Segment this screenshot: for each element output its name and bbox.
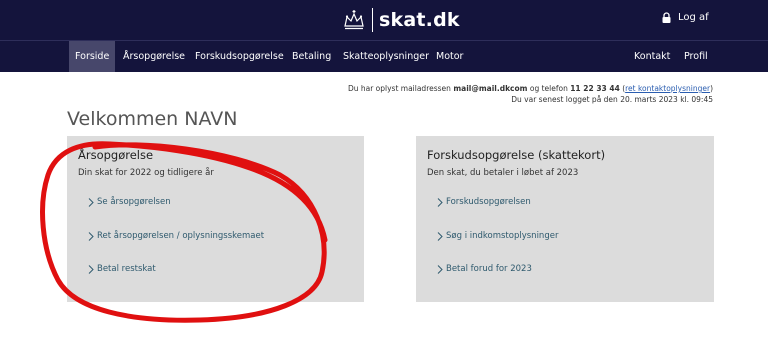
link-betal-restskat[interactable]: Betal restskat	[88, 264, 156, 274]
chevron-right-icon	[88, 197, 94, 207]
chevron-right-icon	[88, 264, 94, 274]
card-forskudsopgoerelse: Forskudsopgørelse (skattekort) Den skat,…	[416, 136, 714, 302]
card-title: Forskudsopgørelse (skattekort)	[427, 148, 606, 162]
contact-info: Du har oplyst mailadressen mail@mail.dkc…	[193, 83, 713, 105]
main-nav: Forside Årsopgørelse Forskudsopgørelse B…	[0, 40, 768, 72]
nav-item-forskudsopgoerelse[interactable]: Forskudsopgørelse	[195, 41, 284, 72]
last-login-line: Du var senest logget på den 20. marts 20…	[511, 95, 713, 104]
link-label: Forskudsopgørelsen	[446, 197, 531, 207]
card-aarsopgoerelse: Årsopgørelse Din skat for 2022 og tidlig…	[67, 136, 364, 302]
site-logo[interactable]: skat.dk	[342, 6, 460, 34]
crown-icon	[344, 10, 364, 30]
logo-text: skat.dk	[379, 9, 460, 31]
page-title: Velkommen NAVN	[67, 108, 238, 130]
chevron-right-icon	[437, 264, 443, 274]
nav-item-skatteoplysninger[interactable]: Skatteoplysninger	[343, 41, 429, 72]
info-phone: 11 22 33 44	[570, 84, 620, 93]
link-forskudsopgoerelsen[interactable]: Forskudsopgørelsen	[437, 197, 531, 207]
logout-label: Log af	[678, 12, 709, 23]
link-label: Søg i indkomstoplysninger	[446, 231, 559, 241]
nav-item-forside[interactable]: Forside	[69, 41, 116, 72]
chevron-right-icon	[437, 197, 443, 207]
info-text: Du har oplyst mailadressen	[347, 84, 451, 93]
link-betal-forud[interactable]: Betal forud for 2023	[437, 264, 532, 274]
link-label: Ret årsopgørelsen / oplysningsskemaet	[97, 231, 265, 241]
nav-item-aarsopgoerelse[interactable]: Årsopgørelse	[123, 41, 185, 72]
chevron-right-icon	[88, 231, 94, 241]
link-label: Se årsopgørelsen	[97, 197, 171, 207]
link-soeg-indkomstoplysninger[interactable]: Søg i indkomstoplysninger	[437, 231, 558, 241]
link-se-aarsopgoerelsen[interactable]: Se årsopgørelsen	[88, 197, 171, 207]
nav-item-profil[interactable]: Profil	[684, 41, 708, 72]
link-ret-aarsopgoerelsen[interactable]: Ret årsopgørelsen / oplysningsskemaet	[88, 231, 264, 241]
lock-icon	[662, 12, 671, 23]
nav-item-kontakt[interactable]: Kontakt	[634, 41, 670, 72]
card-subtitle: Din skat for 2022 og tidligere år	[78, 168, 214, 178]
chevron-right-icon	[437, 231, 443, 241]
edit-contact-link[interactable]: ret kontaktoplysninger	[625, 84, 710, 93]
logo-divider	[372, 8, 373, 32]
card-title: Årsopgørelse	[78, 148, 154, 162]
card-subtitle: Den skat, du betaler i løbet af 2023	[427, 168, 579, 178]
top-header: skat.dk Log af	[0, 0, 768, 40]
contact-info-line: Du har oplyst mailadressen mail@mail.dkc…	[347, 84, 713, 93]
info-text: og telefon	[529, 84, 568, 93]
nav-item-motor[interactable]: Motor	[436, 41, 463, 72]
logout-button[interactable]: Log af	[662, 12, 709, 23]
link-label: Betal forud for 2023	[446, 264, 532, 274]
link-label: Betal restskat	[97, 264, 156, 274]
info-email: mail@mail.dkcom	[453, 84, 528, 93]
nav-item-betaling[interactable]: Betaling	[292, 41, 331, 72]
